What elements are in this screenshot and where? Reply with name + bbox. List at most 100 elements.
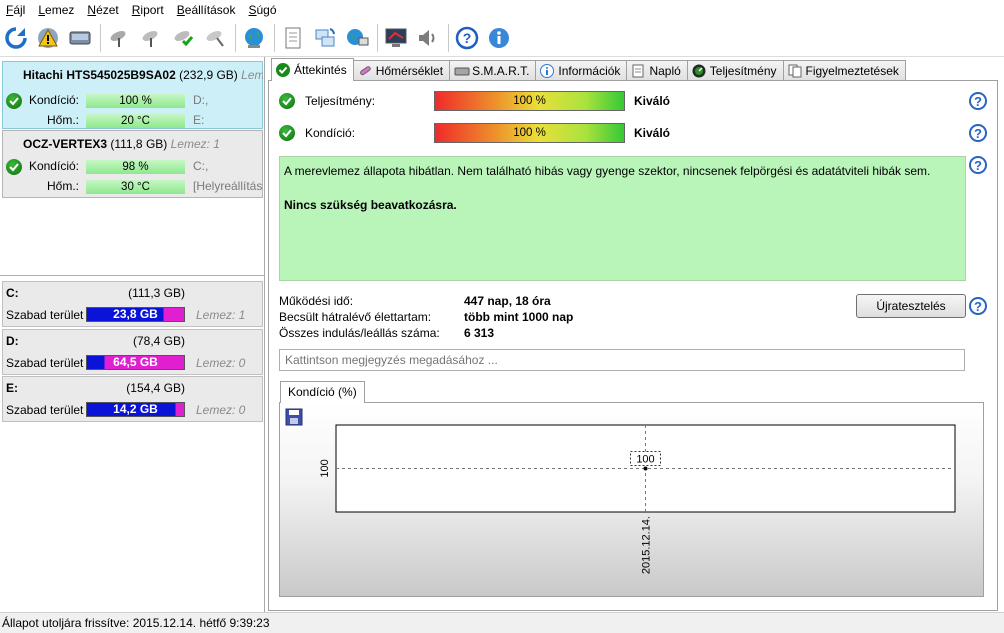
x-tick-label: 2015.12.14. [641, 516, 653, 574]
help-icon[interactable]: ? [969, 124, 987, 142]
tab-condition-chart[interactable]: Kondíció (%) [280, 381, 365, 403]
warning-icon[interactable] [34, 24, 62, 52]
menu-item[interactable]: Nézet [83, 3, 127, 17]
free-space-label: Szabad terület [6, 308, 84, 322]
refresh-icon[interactable] [2, 24, 30, 52]
info-icon [540, 64, 555, 78]
satellite-gray-icon[interactable] [105, 24, 133, 52]
starts-label: Összes indulás/leállás száma: [279, 326, 440, 340]
network-icon[interactable] [343, 24, 371, 52]
tab-log[interactable]: Napló [626, 60, 688, 81]
divider [0, 275, 264, 276]
disk-icon [454, 64, 470, 78]
tab-label: Információk [558, 64, 621, 78]
volume-label: D:, [193, 93, 209, 107]
condition-label: Kondíció: [28, 159, 79, 173]
performance-value: 100 % [513, 95, 546, 107]
condition-label: Kondíció: [305, 126, 356, 140]
disk-card[interactable]: OCZ-VERTEX3 (111,8 GB) Lemez: 1 Kondíció… [2, 130, 263, 198]
partition-card[interactable]: D: (78,4 GB) Szabad terület 64,5 GB Leme… [2, 329, 263, 375]
sync-icon[interactable] [311, 24, 339, 52]
status-message-box: A merevlemez állapota hibátlan. Nem talá… [279, 156, 966, 281]
performance-rating: Kiváló [634, 94, 671, 108]
disk-name: OCZ-VERTEX3 [23, 137, 108, 151]
disk-size: (232,9 GB) [179, 68, 238, 82]
satellite-gray2-icon[interactable] [137, 24, 165, 52]
partition-disk: Lemez: 1 [196, 308, 246, 322]
retest-label: Újratesztelés [876, 299, 946, 313]
tab-smart[interactable]: S.M.A.R.T. [449, 60, 537, 81]
note-input[interactable] [279, 349, 965, 371]
speaker-icon[interactable] [414, 24, 442, 52]
tab-bar: Áttekintés Hőmérséklet S.M.A.R.T. Inform… [271, 58, 906, 81]
condition-value: 100 % [513, 127, 546, 139]
partition-letter: C: [6, 286, 19, 300]
satellite-green-icon[interactable] [169, 24, 197, 52]
menu-item-accelerator: B [176, 3, 185, 17]
tab-label: Hőmérséklet [375, 64, 444, 78]
menu-item[interactable]: Riport [128, 3, 173, 17]
tab-information[interactable]: Információk [535, 60, 628, 81]
performance-label: Teljesítmény: [305, 94, 376, 108]
menu-item[interactable]: Súgó [244, 3, 285, 17]
tab-alerts[interactable]: Figyelmeztetések [782, 60, 906, 81]
menu-item[interactable]: Lemez [34, 3, 83, 17]
condition-row: Kondíció: 100 % Kiváló ? [279, 123, 989, 143]
toolbar-separator [100, 24, 101, 52]
help-icon[interactable]: ? [969, 297, 987, 315]
toolbar-separator [274, 24, 275, 52]
document-icon[interactable] [279, 24, 307, 52]
check-icon [279, 125, 295, 141]
help-icon[interactable]: ? [969, 156, 987, 174]
partition-disk: Lemez: 0 [196, 403, 246, 417]
free-space-value: 23,8 GB [113, 307, 158, 321]
tab-overview[interactable]: Áttekintés [271, 58, 354, 81]
free-space-label: Szabad terület [6, 356, 84, 370]
menu-item-label: emez [45, 3, 75, 17]
status-text: Állapot utoljára frissítve: 2015.12.14. … [2, 616, 270, 630]
temperature-row: Hőm.: 20 °C E: [3, 113, 264, 129]
partition-total: (154,4 GB) [126, 381, 185, 395]
condition-label: Kondíció: [28, 93, 79, 107]
globe-icon[interactable] [240, 24, 268, 52]
overview-panel: Teljesítmény: 100 % Kiváló ? Kondíció: 1… [268, 80, 998, 611]
free-space-bar: 64,5 GB [86, 355, 185, 370]
condition-row: Kondíció: 100 % D:, [3, 93, 264, 109]
disk-card[interactable]: Hitachi HTS545025B9SA02 (232,9 GB) Leme … [2, 61, 263, 129]
menu-item-label: iport [140, 3, 164, 17]
disk-icon[interactable] [66, 24, 94, 52]
help-icon[interactable]: ? [453, 24, 481, 52]
tab-performance[interactable]: Teljesítmény [686, 60, 784, 81]
monitor-icon[interactable] [382, 24, 410, 52]
lifetime-value: több mint 1000 nap [464, 310, 574, 324]
satellite-tool-icon[interactable] [201, 24, 229, 52]
disk-size: (111,8 GB) [110, 137, 168, 151]
temperature-bar: 30 °C [86, 180, 185, 194]
uptime-value: 447 nap, 18 óra [464, 294, 551, 308]
menu-item[interactable]: Fájl [2, 3, 34, 17]
tab-label: Áttekintés [294, 63, 347, 77]
toolbar-separator [235, 24, 236, 52]
free-space-value: 14,2 GB [113, 402, 158, 416]
menu-item[interactable]: Beállítások [173, 3, 245, 17]
free-space-bar: 23,8 GB [86, 307, 185, 322]
help-icon[interactable]: ? [969, 92, 987, 110]
thermometer-icon [358, 64, 372, 78]
toolbar-separator [377, 24, 378, 52]
free-space-label: Szabad terület [6, 403, 84, 417]
partition-card[interactable]: E: (154,4 GB) Szabad terület 14,2 GB Lem… [2, 376, 263, 422]
menu-item-label: ájl [13, 3, 26, 17]
volume-label: E: [193, 113, 205, 127]
left-panel: Hitachi HTS545025B9SA02 (232,9 GB) Leme … [0, 57, 265, 612]
retest-button[interactable]: Újratesztelés [856, 294, 966, 318]
menu-item-accelerator: S [248, 3, 257, 17]
check-icon [276, 63, 290, 77]
alerts-icon [788, 64, 802, 78]
partition-card[interactable]: C: (111,3 GB) Szabad terület 23,8 GB Lem… [2, 281, 263, 327]
info-icon[interactable] [485, 24, 513, 52]
disk-number: Leme [241, 68, 263, 82]
svg-text:?: ? [463, 30, 472, 46]
tab-temperature[interactable]: Hőmérséklet [352, 60, 451, 81]
partition-letter: D: [6, 334, 19, 348]
gauge-icon [692, 64, 706, 78]
